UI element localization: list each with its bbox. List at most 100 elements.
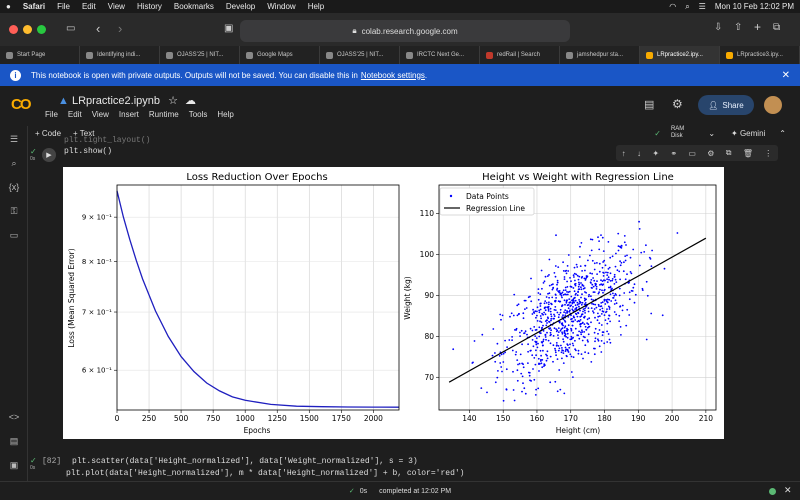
link-icon[interactable]: ⚭ (670, 149, 677, 158)
close-icon[interactable]: ✕ (782, 70, 790, 81)
share-page-icon[interactable]: ⇧ (734, 22, 742, 33)
menu-insert[interactable]: Insert (119, 110, 139, 119)
close-window-button[interactable] (9, 25, 18, 34)
scatter-point (617, 232, 620, 235)
scatter-point (676, 232, 679, 234)
move-down-icon[interactable]: ↓ (637, 149, 641, 158)
notebook-title[interactable]: LRpractice2.ipynb (72, 95, 160, 107)
tab-8-active[interactable]: LRpractice2.ipy... (640, 46, 720, 64)
tab-6[interactable]: redRail | Search (480, 46, 560, 64)
comment-icon[interactable]: ▭ (688, 149, 696, 158)
menu-help[interactable]: Help (217, 110, 233, 119)
scatter-point (559, 300, 562, 303)
control-center-icon[interactable]: ☰ (699, 2, 706, 11)
gemini-button[interactable]: ✦ Gemini (731, 129, 765, 138)
command-palette-icon[interactable]: ▤ (7, 436, 21, 448)
comments-icon[interactable]: ▤ (644, 98, 654, 111)
menubar-help[interactable]: Help (308, 2, 324, 11)
search-icon[interactable]: ⌕ (685, 2, 689, 12)
maximize-window-button[interactable] (37, 25, 46, 34)
tab-7[interactable]: jamshedpur sta... (560, 46, 640, 64)
variables-icon[interactable]: {x} (7, 182, 21, 194)
more-icon[interactable]: ⋮ (764, 149, 772, 158)
menubar-bookmarks[interactable]: Bookmarks (174, 2, 214, 11)
tab-5[interactable]: IRCTC Next Ge... (400, 46, 480, 64)
scatter-point (542, 282, 545, 284)
menubar-view[interactable]: View (108, 2, 125, 11)
notebook-settings-link[interactable]: Notebook settings (361, 71, 425, 80)
scatter-point (564, 309, 567, 312)
menubar-app[interactable]: Safari (23, 2, 45, 11)
forward-icon[interactable]: › (118, 21, 122, 36)
tab-3[interactable]: Google Maps (240, 46, 320, 64)
chart1-tick-label-y: 8 × 10⁻¹ (82, 258, 112, 266)
table-of-contents-icon[interactable]: ☰ (7, 134, 21, 146)
scatter-point (549, 327, 552, 329)
apple-icon[interactable]: ● (6, 2, 11, 11)
new-tab-icon[interactable]: + (754, 20, 761, 34)
menu-tools[interactable]: Tools (189, 110, 208, 119)
scatter-point (645, 338, 648, 341)
terminal-icon[interactable]: ▣ (7, 460, 21, 472)
chevron-up-icon[interactable]: ⌃ (779, 129, 786, 138)
scatter-point (650, 265, 653, 268)
scatter-point (516, 359, 519, 361)
back-icon[interactable]: ‹ (96, 21, 100, 36)
chevron-down-icon[interactable]: ⌄ (708, 129, 715, 138)
status-dot-icon (769, 488, 776, 495)
scatter-point (546, 322, 548, 324)
menubar-datetime[interactable]: Mon 10 Feb 12:02 PM (715, 2, 794, 11)
menubar-file[interactable]: File (57, 2, 70, 11)
menu-edit[interactable]: Edit (68, 110, 82, 119)
tab-1[interactable]: Identifying indi... (80, 46, 160, 64)
menu-file[interactable]: File (45, 110, 58, 119)
wifi-icon[interactable]: ◠ (669, 2, 676, 11)
tab-2[interactable]: OJASS'25 | NIT... (160, 46, 240, 64)
tab-4[interactable]: OJASS'25 | NIT... (320, 46, 400, 64)
scatter-point (561, 327, 564, 330)
menubar-develop[interactable]: Develop (226, 2, 255, 11)
scatter-point (599, 308, 601, 311)
menu-runtime[interactable]: Runtime (149, 110, 179, 119)
mirror-icon[interactable]: ⧉ (726, 148, 732, 158)
notion-icon[interactable]: ▣ (224, 23, 233, 34)
secrets-key-icon[interactable]: ⚿ (7, 206, 21, 218)
menubar-window[interactable]: Window (267, 2, 295, 11)
code-snippets-icon[interactable]: <> (7, 412, 21, 424)
sidebar-toggle-icon[interactable]: ▭ (66, 23, 75, 34)
cell-code[interactable]: plt.tight_layout() plt.show() (64, 135, 150, 157)
cloud-icon[interactable]: ☁ (185, 95, 196, 107)
menubar-history[interactable]: History (137, 2, 162, 11)
menubar-edit[interactable]: Edit (82, 2, 96, 11)
close-icon[interactable]: ✕ (784, 485, 792, 496)
run-cell-button[interactable]: ▶ (42, 148, 56, 162)
cell2-code[interactable]: [82] plt.scatter(data['Height_normalized… (42, 456, 464, 480)
minimize-window-button[interactable] (23, 25, 32, 34)
add-code-button[interactable]: + Code (35, 129, 61, 138)
resources-indicator[interactable]: RAM Disk (671, 126, 684, 140)
scatter-point (566, 280, 568, 283)
gear-icon[interactable]: ⚙ (707, 149, 714, 158)
tab-overview-icon[interactable]: ⧉ (773, 22, 780, 33)
scatter-point (617, 249, 620, 252)
colab-logo[interactable]: CO (11, 96, 31, 113)
avatar[interactable] (764, 96, 782, 114)
gear-icon[interactable]: ⚙ (672, 97, 683, 111)
tab-0[interactable]: Start Page (0, 46, 80, 64)
search-icon[interactable]: ⌕ (7, 158, 21, 170)
menu-view[interactable]: View (92, 110, 109, 119)
sparkle-icon[interactable]: ✦ (652, 149, 659, 158)
chart1-tick-label-x: 750 (206, 414, 221, 423)
share-button[interactable]: 👤︎ Share (698, 95, 754, 115)
download-icon[interactable]: ⇩ (714, 22, 722, 33)
star-icon[interactable]: ☆ (168, 95, 178, 107)
folder-icon[interactable]: ▭ (7, 230, 21, 242)
trash-icon[interactable]: 🗑︎ (743, 149, 753, 158)
scatter-point (536, 314, 538, 317)
scatter-point (573, 301, 575, 304)
scatter-point (572, 376, 574, 378)
tab-9[interactable]: LRpractice3.ipy... (720, 46, 800, 64)
move-up-icon[interactable]: ↑ (622, 149, 626, 158)
url-bar[interactable]: 🔒︎ colab.research.google.com (240, 20, 570, 42)
scatter-point (559, 329, 562, 332)
